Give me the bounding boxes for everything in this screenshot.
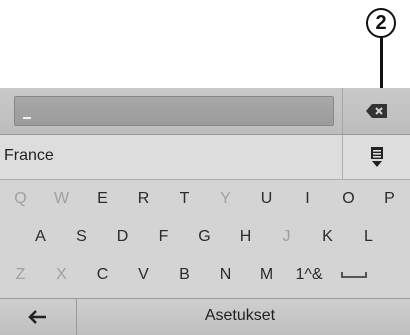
callout-marker: 2 — [366, 8, 396, 38]
keyboard-screen: France QWERTYUIOP ASDFGHJKL Z X C V B N M 1^& A… — [0, 88, 410, 335]
key-v[interactable]: V — [123, 256, 164, 294]
backspace-button[interactable] — [342, 88, 410, 134]
key-space[interactable] — [331, 256, 377, 294]
key-s[interactable]: S — [61, 218, 102, 256]
keyboard-row-3: Z X C V B N M 1^& — [0, 256, 410, 294]
back-button[interactable] — [0, 299, 77, 335]
key-n[interactable]: N — [205, 256, 246, 294]
key-c[interactable]: C — [82, 256, 123, 294]
key-e[interactable]: E — [82, 180, 123, 218]
keyboard-row-1: QWERTYUIOP — [0, 180, 410, 218]
key-m[interactable]: M — [246, 256, 287, 294]
key-b[interactable]: B — [164, 256, 205, 294]
key-x[interactable]: X — [41, 256, 82, 294]
key-z[interactable]: Z — [0, 256, 41, 294]
settings-button[interactable]: Asetukset — [140, 307, 340, 325]
bottom-bar: Asetukset — [0, 298, 410, 335]
key-r[interactable]: R — [123, 180, 164, 218]
key-h[interactable]: H — [225, 218, 266, 256]
key-i[interactable]: I — [287, 180, 328, 218]
key-j[interactable]: J — [266, 218, 307, 256]
callout-number: 2 — [375, 11, 387, 34]
key-d[interactable]: D — [102, 218, 143, 256]
key-w[interactable]: W — [41, 180, 82, 218]
key-o[interactable]: O — [328, 180, 369, 218]
suggestion-label: France — [4, 147, 54, 164]
backspace-icon — [366, 104, 387, 118]
key-y[interactable]: Y — [205, 180, 246, 218]
suggestion-row[interactable]: France — [0, 135, 410, 180]
key-q[interactable]: Q — [0, 180, 41, 218]
key-p[interactable]: P — [369, 180, 410, 218]
keyboard-row-2: ASDFGHJKL — [0, 218, 410, 256]
key-1^&[interactable]: 1^& — [287, 256, 331, 294]
key-g[interactable]: G — [184, 218, 225, 256]
key-t[interactable]: T — [164, 180, 205, 218]
key-f[interactable]: F — [143, 218, 184, 256]
key-u[interactable]: U — [246, 180, 287, 218]
input-row — [0, 88, 410, 135]
back-arrow-icon — [28, 310, 46, 324]
search-input[interactable] — [14, 96, 334, 126]
text-caret — [23, 117, 31, 119]
list-icon — [371, 147, 383, 167]
space-icon — [341, 272, 367, 278]
key-a[interactable]: A — [20, 218, 61, 256]
list-button[interactable] — [342, 135, 410, 179]
key-k[interactable]: K — [307, 218, 348, 256]
key-l[interactable]: L — [348, 218, 389, 256]
